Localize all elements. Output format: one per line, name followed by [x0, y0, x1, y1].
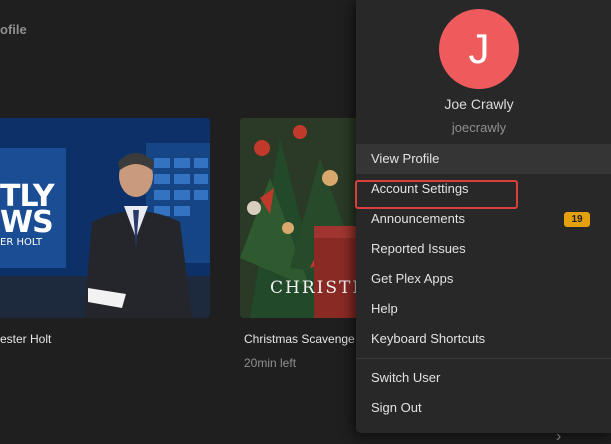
menu-item-sign-out[interactable]: Sign Out: [356, 393, 611, 423]
menu-item-help[interactable]: Help: [356, 294, 611, 324]
menu-item-switch-user[interactable]: Switch User: [356, 363, 611, 393]
menu-item-reported-issues[interactable]: Reported Issues: [356, 234, 611, 264]
menu-item-keyboard-shortcuts[interactable]: Keyboard Shortcuts: [356, 324, 611, 354]
app-screen: ofile TLY WS ER HOLT CHRISTM ester Holt …: [0, 0, 611, 444]
announcements-count-badge: 19: [564, 212, 590, 227]
menu-item-get-plex-apps[interactable]: Get Plex Apps: [356, 264, 611, 294]
avatar[interactable]: J: [439, 9, 519, 89]
media-card-title[interactable]: ester Holt: [0, 332, 51, 346]
account-dropdown-menu: J Joe Crawly joecrawly View Profile Acco…: [356, 0, 611, 433]
media-card-thumbnail[interactable]: CHRISTM: [240, 118, 362, 318]
menu-divider: [356, 358, 611, 359]
section-title: ofile: [0, 22, 27, 37]
account-display-name: Joe Crawly: [444, 96, 514, 112]
account-username: joecrawly: [451, 120, 507, 135]
media-card-title[interactable]: Christmas Scavenge: [244, 332, 355, 346]
media-card-progress: 20min left: [244, 356, 297, 370]
thumbnail-overlay-text: CHRISTM: [270, 278, 362, 298]
annotation-highlight-box: [355, 180, 518, 209]
menu-item-label: Announcements: [371, 211, 465, 226]
menu-item-view-profile[interactable]: View Profile: [356, 144, 611, 174]
media-card-thumbnail[interactable]: TLY WS ER HOLT: [0, 118, 210, 318]
thumbnail-overlay-text: TLY WS ER HOLT: [0, 179, 55, 249]
